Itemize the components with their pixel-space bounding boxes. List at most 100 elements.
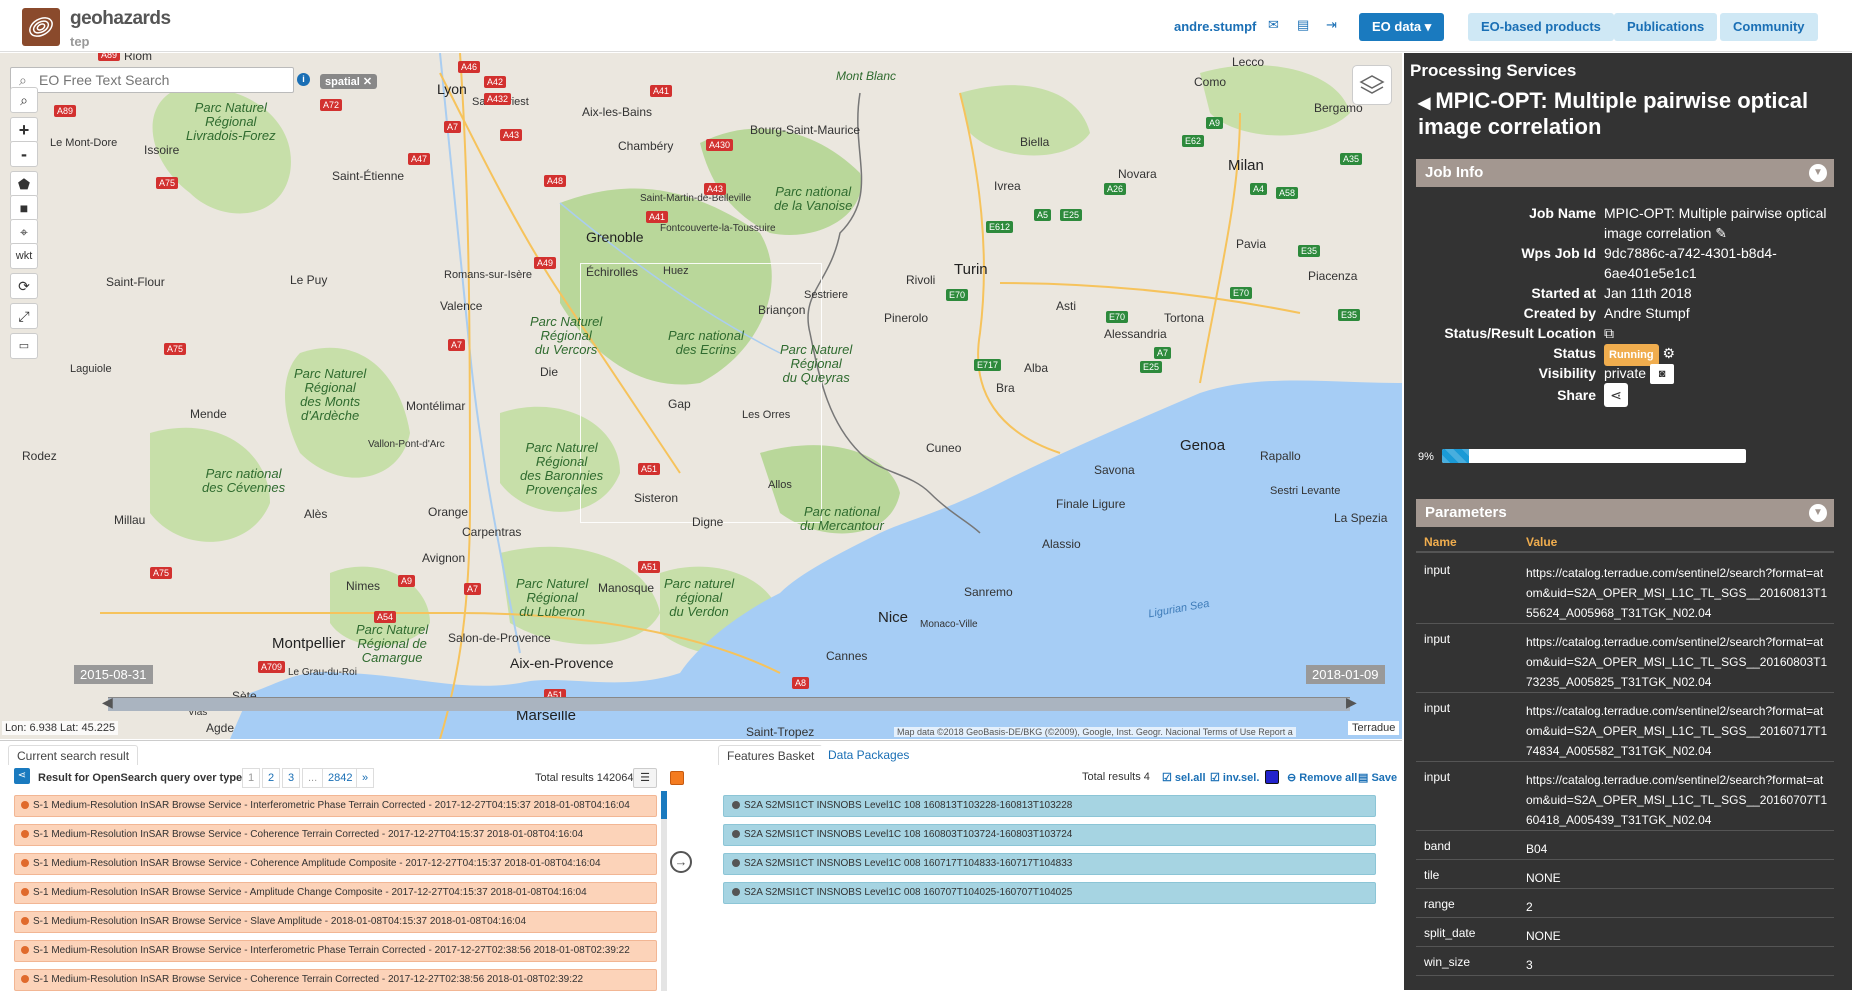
parameter-name: win_size bbox=[1424, 955, 1471, 969]
result-item[interactable]: S-1 Medium-Resolution InSAR Browse Servi… bbox=[14, 853, 657, 875]
sign-out-icon[interactable]: ⇥ bbox=[1326, 17, 1337, 33]
map-label: Aix-en-Provence bbox=[510, 655, 614, 671]
envelope-icon[interactable]: ✉ bbox=[1268, 17, 1279, 33]
result-item-label: S-1 Medium-Resolution InSAR Browse Servi… bbox=[33, 916, 527, 927]
visibility-toggle-icon[interactable]: ◙ bbox=[1650, 364, 1675, 385]
road-shield: A89 bbox=[54, 105, 77, 117]
book-icon[interactable]: ▤ bbox=[1297, 17, 1309, 33]
community-button[interactable]: Community bbox=[1720, 13, 1818, 41]
map-label: Como bbox=[1194, 75, 1227, 89]
parameter-value: https://catalog.terradue.com/sentinel2/s… bbox=[1526, 704, 1828, 758]
parameters-header[interactable]: Parameters ▼ bbox=[1416, 499, 1834, 527]
map-label: Orange bbox=[428, 505, 469, 519]
page-last[interactable]: 2842 bbox=[322, 768, 359, 788]
polygon-draw-icon[interactable]: ⬟ bbox=[10, 171, 38, 197]
result-item[interactable]: S-1 Medium-Resolution InSAR Browse Servi… bbox=[14, 824, 657, 846]
zoom-out-button[interactable]: - bbox=[10, 141, 38, 167]
remove-all-button[interactable]: ⊖ Remove all bbox=[1287, 771, 1357, 784]
fullscreen-icon[interactable]: ⤢ bbox=[10, 303, 38, 329]
map-label: Tortona bbox=[1164, 311, 1205, 325]
rectangle-draw-icon[interactable]: ■ bbox=[10, 195, 38, 221]
basket-item[interactable]: S2A S2MSI1CT INSNOBS Level1C 008 160717T… bbox=[723, 853, 1376, 875]
wkt-button[interactable]: wkt bbox=[10, 243, 38, 269]
tab-data-packages[interactable]: Data Packages bbox=[820, 745, 918, 765]
basket-item[interactable]: S2A S2MSI1CT INSNOBS Level1C 108 160803T… bbox=[723, 824, 1376, 846]
timeline-slider[interactable] bbox=[108, 697, 1350, 711]
globe-icon bbox=[21, 801, 29, 809]
map-label: Bourg-Saint-Maurice bbox=[750, 123, 861, 137]
list-view-icon[interactable]: ☰ bbox=[633, 768, 657, 788]
zoom-in-button[interactable]: + bbox=[10, 117, 38, 143]
basket-item[interactable]: S2A S2MSI1CT INSNOBS Level1C 108 160813T… bbox=[723, 795, 1376, 817]
map-view[interactable]: Riom Lyon Mont Blanc Lecco Como Issoire … bbox=[0, 53, 1402, 739]
map-label: Huez bbox=[663, 265, 689, 277]
results-scrollbar[interactable] bbox=[661, 791, 667, 991]
page-3[interactable]: 3 bbox=[282, 768, 301, 788]
map-label: Le Grau-du-Roi bbox=[288, 667, 357, 678]
share-icon[interactable]: ⋖ bbox=[1604, 383, 1628, 407]
result-item[interactable]: S-1 Medium-Resolution InSAR Browse Servi… bbox=[14, 882, 657, 904]
external-link-icon[interactable]: ⧉ bbox=[1604, 323, 1830, 343]
publications-button[interactable]: Publications bbox=[1614, 13, 1718, 41]
map-label: Cuneo bbox=[926, 441, 962, 455]
eo-products-button[interactable]: EO-based products bbox=[1468, 13, 1614, 41]
result-color-swatch[interactable] bbox=[670, 771, 684, 785]
basket-item[interactable]: S2A S2MSI1CT INSNOBS Level1C 008 160707T… bbox=[723, 882, 1376, 904]
map-label: Monaco-Ville bbox=[920, 619, 978, 630]
basket-total: Total results 4 bbox=[1082, 771, 1150, 783]
search-icon[interactable]: ⌕ bbox=[10, 87, 38, 113]
page-2[interactable]: 2 bbox=[262, 768, 281, 788]
layers-icon[interactable] bbox=[1352, 65, 1392, 105]
map-label: Le Puy bbox=[290, 273, 328, 287]
page-1[interactable]: 1 bbox=[242, 768, 261, 788]
eo-data-button[interactable]: EO data ▾ bbox=[1359, 13, 1445, 41]
result-item[interactable]: S-1 Medium-Resolution InSAR Browse Servi… bbox=[14, 795, 657, 817]
chevron-down-icon[interactable]: ▼ bbox=[1809, 164, 1827, 182]
ruler-icon[interactable]: ▭ bbox=[10, 333, 38, 359]
road-shield: A75 bbox=[156, 177, 179, 189]
result-item[interactable]: S-1 Medium-Resolution InSAR Browse Servi… bbox=[14, 969, 657, 991]
tab-features-basket[interactable]: Features Basket bbox=[718, 745, 824, 765]
road-shield: E62 bbox=[1182, 135, 1205, 147]
back-caret-icon[interactable]: ◀ bbox=[1418, 95, 1430, 112]
invert-selection-button[interactable]: ☑ inv.sel. bbox=[1210, 771, 1259, 784]
spatial-filter-tag[interactable]: spatial ✕ bbox=[320, 74, 378, 89]
job-name-label: Job Name bbox=[1529, 205, 1596, 221]
eo-search-field[interactable]: ⌕ bbox=[10, 67, 294, 93]
save-button[interactable]: ▤ Save bbox=[1358, 771, 1397, 784]
username-link[interactable]: andre.stumpf bbox=[1174, 19, 1256, 34]
geohazards-logo[interactable]: geohazards tep bbox=[22, 6, 172, 49]
started-value: Jan 11th 2018 bbox=[1604, 285, 1692, 301]
result-item[interactable]: S-1 Medium-Resolution InSAR Browse Servi… bbox=[14, 940, 657, 962]
select-all-button[interactable]: ☑ sel.all bbox=[1162, 771, 1206, 784]
job-info-header[interactable]: Job Info ▼ bbox=[1416, 159, 1834, 187]
result-location-label: Status/Result Location bbox=[1444, 325, 1596, 341]
refresh-icon[interactable]: ⟳ bbox=[10, 273, 38, 299]
point-marker-icon[interactable]: ⌖ bbox=[10, 219, 38, 245]
globe-icon bbox=[21, 859, 29, 867]
page-next[interactable]: » bbox=[356, 768, 375, 788]
map-label: Gap bbox=[668, 397, 691, 411]
job-name-value[interactable]: MPIC-OPT: Multiple pairwise optical imag… bbox=[1604, 203, 1830, 243]
scrollbar-thumb[interactable] bbox=[661, 791, 667, 819]
parameter-value: B04 bbox=[1526, 842, 1548, 856]
road-shield: A49 bbox=[534, 257, 557, 269]
result-item[interactable]: S-1 Medium-Resolution InSAR Browse Servi… bbox=[14, 911, 657, 933]
parameter-row: input https://catalog.terradue.com/sentin… bbox=[1416, 693, 1834, 762]
eo-search-input[interactable] bbox=[39, 70, 289, 90]
gear-icon[interactable]: ⚙ bbox=[1663, 345, 1676, 361]
chevron-down-icon[interactable]: ▼ bbox=[1809, 504, 1827, 522]
share-icon[interactable]: ⋖ bbox=[14, 768, 30, 784]
globe-icon bbox=[21, 917, 29, 925]
tab-current-search-result[interactable]: Current search result bbox=[8, 745, 139, 765]
timeline-handle-left[interactable]: ◀ bbox=[102, 694, 113, 714]
add-to-basket-arrow-icon[interactable]: → bbox=[670, 851, 692, 873]
map-label: Montpellier bbox=[272, 635, 346, 652]
basket-color-swatch[interactable] bbox=[1265, 770, 1279, 784]
map-label: Cannes bbox=[826, 649, 868, 663]
cursor-coordinates: Lon: 6.938 Lat: 45.225 bbox=[2, 721, 119, 735]
map-label: Alès bbox=[304, 507, 328, 521]
park-label: Parc national du Mercantour bbox=[800, 504, 884, 533]
info-icon[interactable]: i bbox=[297, 73, 310, 86]
timeline-handle-right[interactable]: ▶ bbox=[1346, 694, 1357, 714]
